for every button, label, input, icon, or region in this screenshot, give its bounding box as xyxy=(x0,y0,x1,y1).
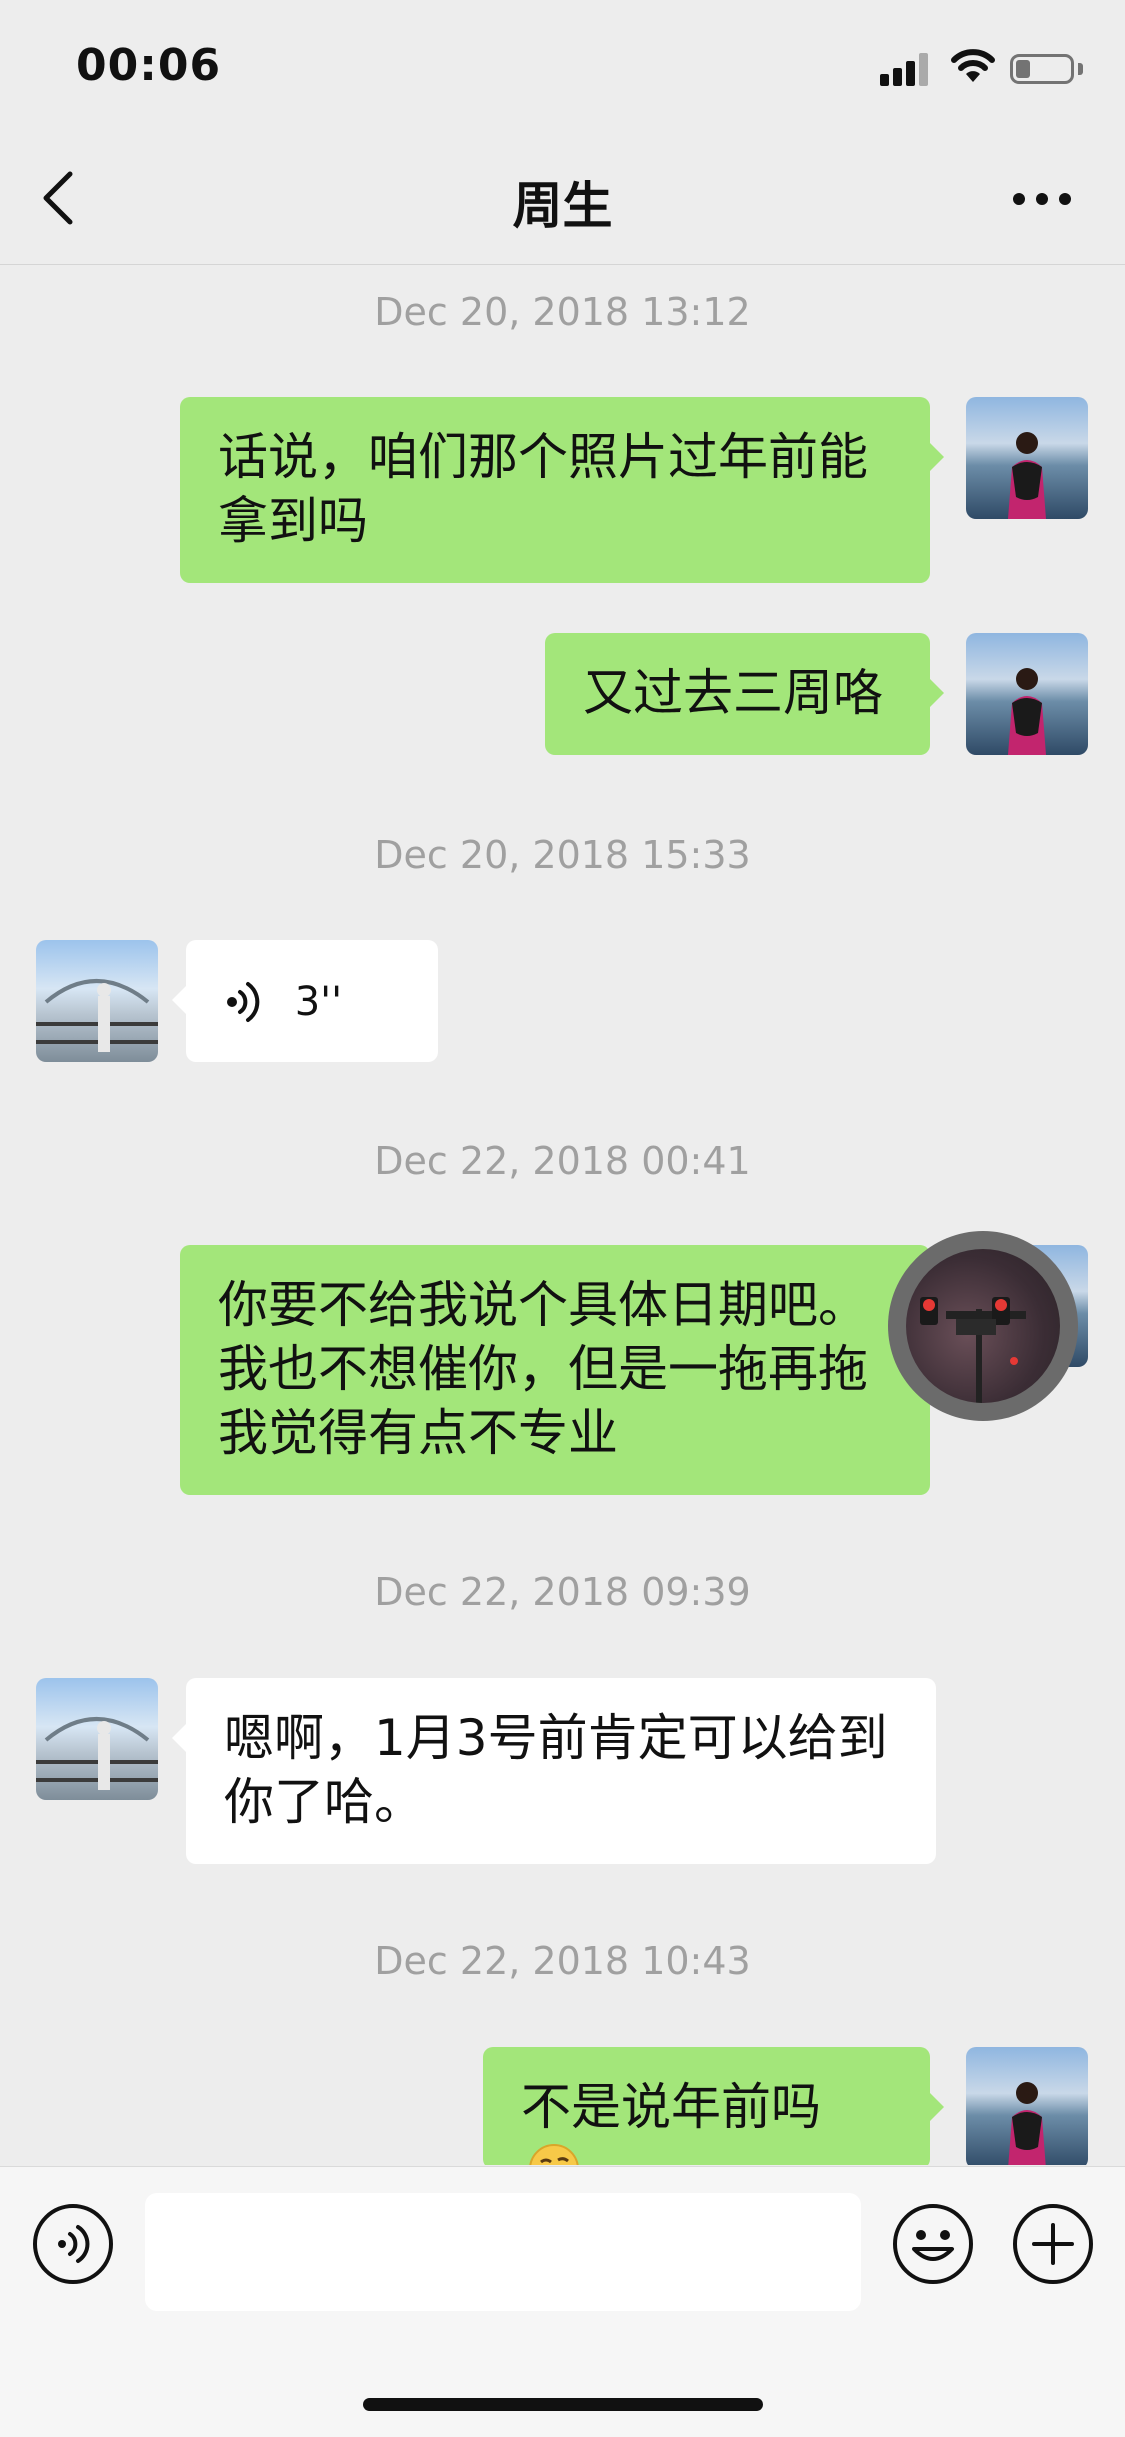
message-bubble-sent[interactable]: 话说，咱们那个照片过年前能 拿到吗 xyxy=(180,397,944,583)
timestamp: Dec 22, 2018 09:39 xyxy=(374,1570,751,1614)
voice-wave-icon xyxy=(227,982,260,1022)
chat-title: 周生 xyxy=(512,177,613,235)
timestamp: Dec 22, 2018 10:43 xyxy=(374,1939,751,1983)
avatar-self[interactable] xyxy=(966,397,1088,519)
message-bubble-received[interactable]: 嗯啊，1月3号前肯定可以给到 你了哈。 xyxy=(172,1678,936,1864)
battery-icon xyxy=(1010,54,1074,84)
timestamp: Dec 22, 2018 00:41 xyxy=(374,1139,751,1183)
voice-duration: 3'' xyxy=(294,979,343,1025)
emoji-icon[interactable] xyxy=(892,2203,974,2285)
message-line: 又过去三周咯 xyxy=(583,664,883,722)
input-bar xyxy=(0,2166,1125,2437)
timestamp: Dec 20, 2018 15:33 xyxy=(374,833,751,877)
message-bubble-sent[interactable]: 又过去三周咯 xyxy=(545,633,944,755)
voice-mode-icon[interactable] xyxy=(32,2203,114,2285)
wifi-icon xyxy=(951,49,995,82)
message-input[interactable] xyxy=(145,2193,861,2311)
message-bubble-sent[interactable]: 你要不给我说个具体日期吧。 我也不想催你，但是一拖再拖 我觉得有点不专业 xyxy=(180,1245,944,1495)
home-indicator xyxy=(363,2398,763,2411)
message-line: 你了哈。 xyxy=(224,1773,424,1831)
status-time: 00:06 xyxy=(76,40,222,91)
avatar-self[interactable] xyxy=(966,633,1088,755)
message-line: 你要不给我说个具体日期吧。 xyxy=(218,1276,868,1334)
thinking-emoji xyxy=(529,2144,579,2165)
signal-icon xyxy=(880,52,932,86)
battery-cap xyxy=(1078,63,1083,75)
avatar-friend[interactable] xyxy=(36,940,158,1062)
timestamp: Dec 20, 2018 13:12 xyxy=(374,290,751,334)
message-line: 拿到吗 xyxy=(218,492,368,550)
message-line: 不是说年前吗 xyxy=(521,2078,821,2136)
message-line: 嗯啊，1月3号前肯定可以给到 xyxy=(224,1709,888,1767)
avatar-self[interactable] xyxy=(966,2047,1088,2165)
chat-header: 周生 xyxy=(0,132,1125,265)
message-line: 我觉得有点不专业 xyxy=(218,1404,618,1462)
plus-icon[interactable] xyxy=(1012,2203,1094,2285)
message-list[interactable]: Dec 20, 2018 13:12 话说，咱们那个照片过年前能 拿到吗 又过去… xyxy=(0,265,1125,2165)
ellipsis-icon[interactable] xyxy=(1012,192,1072,206)
message-line: 我也不想催你，但是一拖再拖 xyxy=(218,1340,868,1398)
floating-window-thumbnail[interactable] xyxy=(888,1231,1078,1421)
avatar-friend[interactable] xyxy=(36,1678,158,1800)
message-bubble-sent[interactable]: 不是说年前吗 xyxy=(483,2047,944,2165)
status-bar: 00:06 xyxy=(0,0,1125,132)
message-line: 话说，咱们那个照片过年前能 xyxy=(218,428,868,486)
voice-message-bubble[interactable]: 3'' xyxy=(172,940,438,1062)
